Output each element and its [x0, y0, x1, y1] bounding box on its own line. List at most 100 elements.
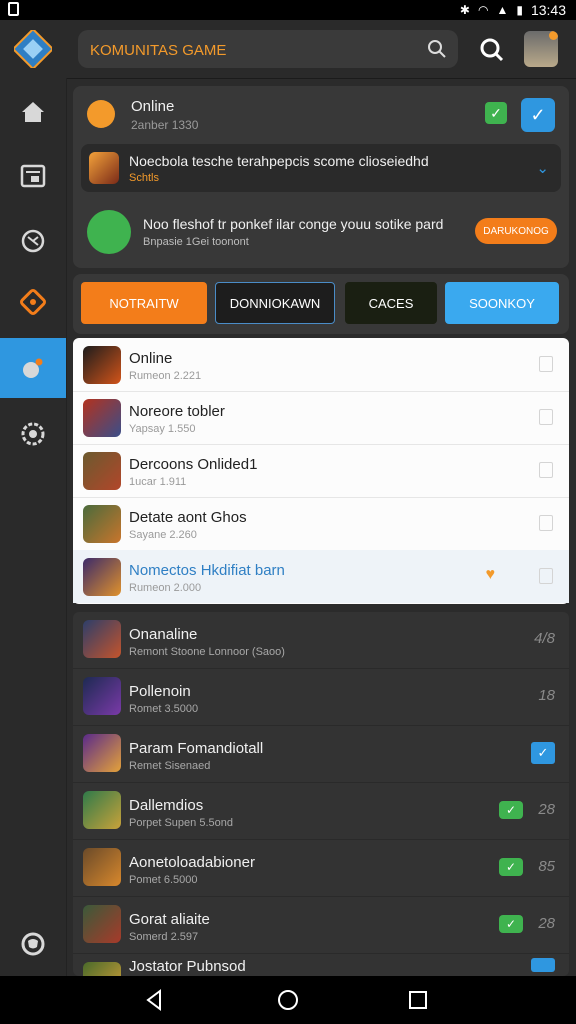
home-button-icon[interactable]: [276, 988, 300, 1012]
bell-icon: [23, 358, 43, 378]
list-item-subtitle: Somerd 2.597: [129, 931, 199, 943]
list-item[interactable]: Detate aont Ghos Sayane 2.260: [73, 497, 569, 551]
list-item[interactable]: Aonetoloadabioner Pomet 6.5000 ✓ 85: [73, 840, 569, 897]
alarm-icon: [21, 229, 45, 253]
list-item-count: 18: [538, 687, 555, 704]
search-input[interactable]: [88, 38, 412, 62]
sidebar-item-home[interactable]: [0, 82, 66, 142]
checkbox[interactable]: [539, 356, 553, 372]
tab-soonkoy[interactable]: SOONKOY: [445, 282, 559, 324]
notification-item[interactable]: Noo fleshof tr ponkef ilar conge youu so…: [81, 204, 561, 260]
list-item-title: Onanaline: [129, 626, 198, 643]
check-icon[interactable]: ✓: [521, 98, 555, 132]
list-item-count: 4/8: [534, 630, 555, 647]
sidebar-item-alarm[interactable]: [0, 210, 66, 270]
game-thumbnail: [83, 791, 121, 829]
bluetooth-icon: ✱: [459, 3, 470, 17]
shield-icon: [21, 932, 45, 956]
list-item-subtitle: Romet 3.5000: [129, 703, 199, 715]
list-item-title: Nomectos Hkdifiat barn: [129, 562, 285, 579]
sidebar-item-news[interactable]: [0, 146, 66, 206]
system-nav-bar: [0, 976, 576, 1024]
list-item-subtitle: Rumeon 2.221: [129, 370, 202, 382]
list-item-subtitle: 1ucar 1.911: [129, 476, 187, 488]
notification-title: Noo fleshof tr ponkef ilar conge youu so…: [143, 216, 444, 232]
check-icon[interactable]: [531, 958, 555, 972]
game-thumbnail: [83, 677, 121, 715]
game-thumbnail: [83, 734, 121, 772]
list-item-title: Jostator Pubnsod: [129, 958, 246, 975]
list-item[interactable]: Gorat aliaite Somerd 2.597 ✓ 28: [73, 897, 569, 954]
list-item-subtitle: Remet Sisenaed: [129, 760, 211, 772]
signal-icon: ▲: [496, 3, 509, 17]
recents-icon[interactable]: [406, 988, 430, 1012]
chat-icon: [87, 210, 131, 254]
sidebar: [0, 78, 67, 976]
battery-icon: ▮: [516, 3, 523, 17]
list-item-count: 28: [538, 801, 555, 818]
check-icon[interactable]: ✓: [499, 801, 523, 819]
game-thumbnail: [83, 452, 121, 490]
game-thumbnail: [83, 848, 121, 886]
search-icon[interactable]: [426, 38, 448, 60]
sidebar-item-profile[interactable]: [0, 914, 66, 974]
game-thumbnail: [83, 905, 121, 943]
notification-subtitle: Bnpasie 1Gei toonont: [143, 236, 249, 248]
status-bar: ✱ ◠ ▲ ▮ 13:43: [0, 0, 576, 20]
list-item-count: 85: [538, 858, 555, 875]
tab-caces[interactable]: CACES: [345, 282, 437, 324]
check-icon[interactable]: ✓: [499, 858, 523, 876]
notification-subtitle: 2anber 1330: [131, 118, 199, 132]
tab-downloads[interactable]: DONNIOKAWN: [215, 282, 335, 324]
check-icon[interactable]: ✓: [499, 915, 523, 933]
checkbox[interactable]: [539, 462, 553, 478]
tab-notifications[interactable]: NOTRAITW: [81, 282, 207, 324]
gear-icon: [21, 422, 45, 446]
sidebar-item-games[interactable]: [0, 272, 66, 332]
game-thumbnail: [83, 346, 121, 384]
list-item-count: 28: [538, 915, 555, 932]
heart-icon[interactable]: ♥: [486, 566, 496, 584]
list-item-title: Noreore tobler: [129, 403, 225, 420]
game-thumbnail: [83, 558, 121, 596]
check-icon[interactable]: ✓: [485, 102, 507, 124]
game-thumbnail: [83, 620, 121, 658]
tab-bar: NOTRAITW DONNIOKAWN CACES SOONKOY: [73, 274, 569, 334]
notification-title: Online: [131, 98, 175, 115]
list-item[interactable]: Online Rumeon 2.221: [73, 338, 569, 392]
list-item-title: Dercoons Onlided1: [129, 456, 258, 473]
list-item-subtitle: Pomet 6.5000: [129, 874, 198, 886]
list-item[interactable]: Jostator Pubnsod: [73, 954, 569, 976]
back-icon[interactable]: [142, 988, 166, 1012]
list-item-subtitle: Sayane 2.260: [129, 529, 197, 541]
list-item[interactable]: Noreore tobler Yapsay 1.550: [73, 391, 569, 445]
checkbox[interactable]: [539, 409, 553, 425]
game-thumbnail: [83, 505, 121, 543]
list-item[interactable]: Pollenoin Romet 3.5000 18: [73, 669, 569, 726]
list-item[interactable]: Nomectos Hkdifiat barn Rumeon 2.000 ♥: [73, 550, 569, 603]
gamepad-icon: [20, 289, 46, 315]
search-bar[interactable]: [78, 30, 458, 68]
checkbox[interactable]: [539, 568, 553, 584]
sidebar-item-settings[interactable]: [0, 404, 66, 464]
notification-item[interactable]: Online 2anber 1330 ✓ ✓: [83, 94, 559, 140]
list-item[interactable]: Dercoons Onlided1 1ucar 1.911: [73, 444, 569, 498]
list-item[interactable]: Onanaline Remont Stoone Lonnoor (Saoo) 4…: [73, 612, 569, 669]
list-item-title: Dallemdios: [129, 797, 204, 814]
app-logo-icon[interactable]: [14, 30, 52, 68]
checkbox[interactable]: [539, 515, 553, 531]
list-item[interactable]: Dallemdios Porpet Supen 5.5ond ✓ 28: [73, 783, 569, 840]
chevron-down-icon[interactable]: ⌄: [536, 159, 549, 177]
list-item-title: Detate aont Ghos: [129, 509, 247, 526]
check-icon[interactable]: ✓: [531, 742, 555, 764]
notification-title: Noecbola tesche terahpepcis scome cliose…: [129, 153, 429, 169]
list-item-subtitle: Porpet Supen 5.5ond: [129, 817, 233, 829]
action-button[interactable]: DARUKONOG: [475, 218, 557, 244]
zoom-search-icon[interactable]: [478, 36, 504, 62]
game-thumbnail: [83, 399, 121, 437]
list-item[interactable]: Param Fomandiotall Remet Sisenaed ✓: [73, 726, 569, 783]
list-item-subtitle: Rumeon 2.000: [129, 582, 202, 594]
notification-item[interactable]: Noecbola tesche terahpepcis scome cliose…: [81, 144, 561, 192]
user-avatar[interactable]: [524, 31, 558, 67]
sidebar-item-community[interactable]: [0, 338, 66, 398]
